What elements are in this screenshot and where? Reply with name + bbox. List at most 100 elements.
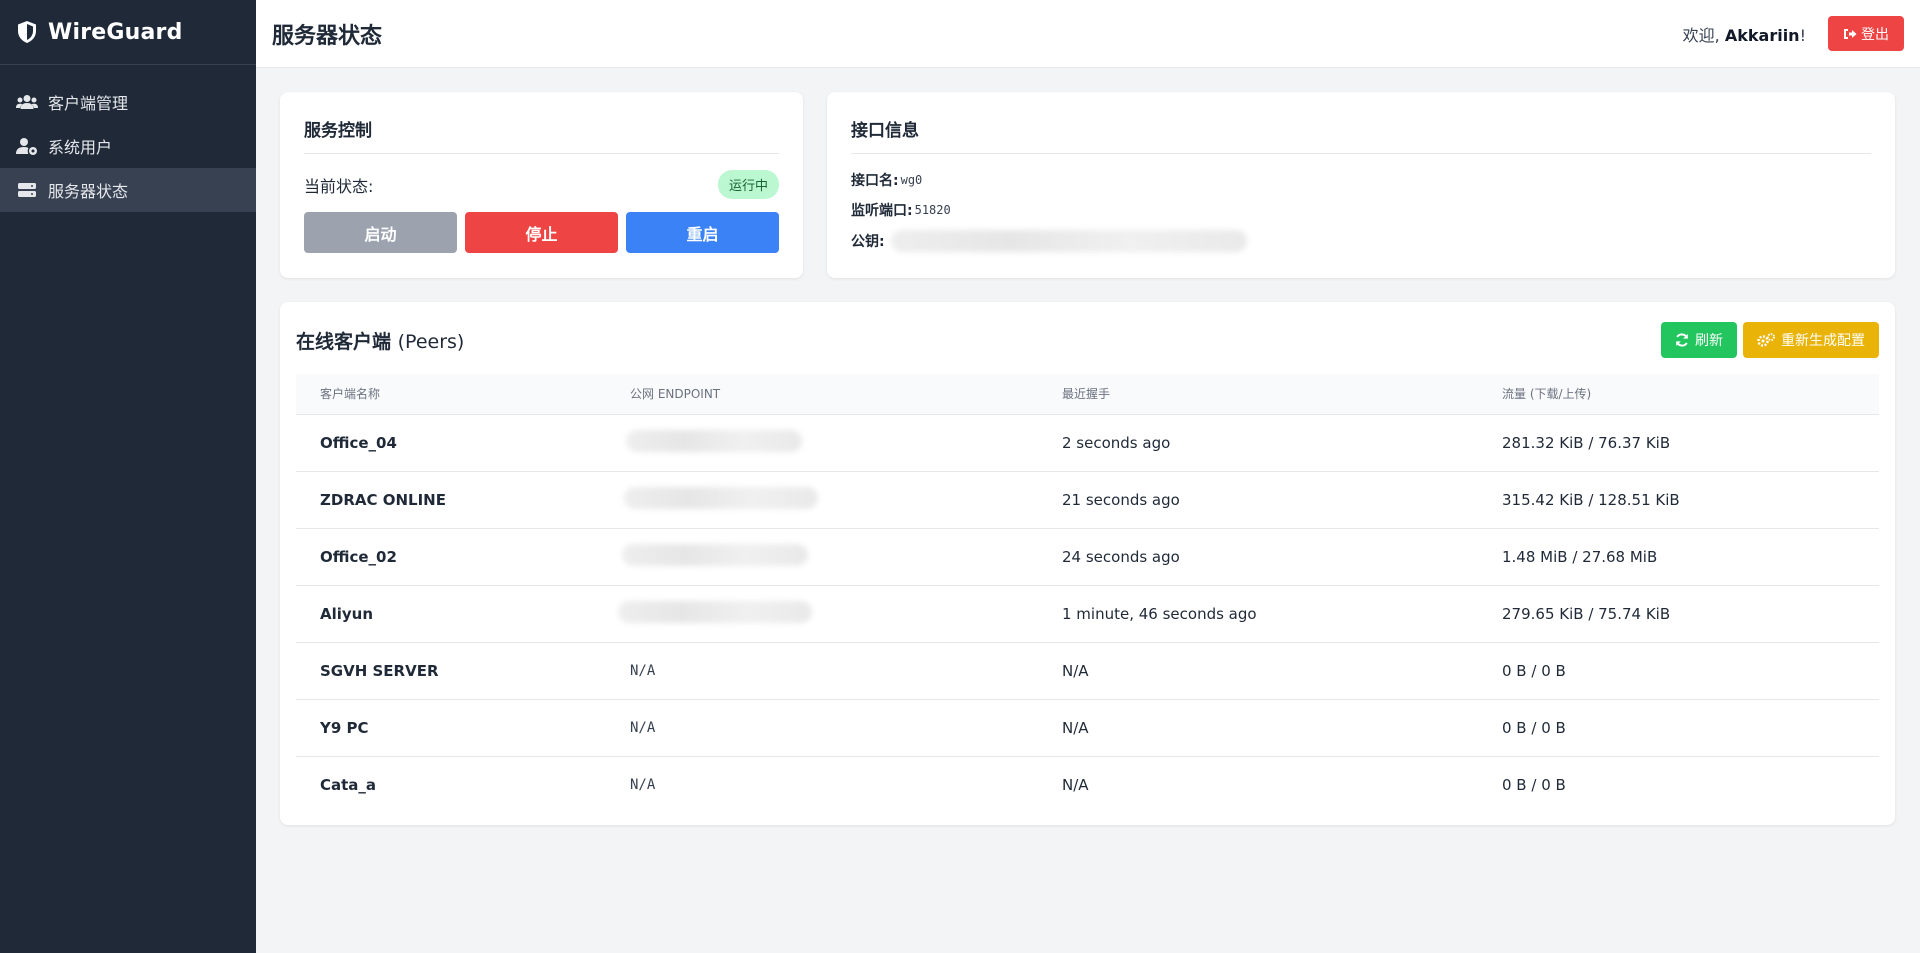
endpoint-redacted [618, 600, 812, 623]
endpoint-redacted [622, 543, 808, 566]
public-key-label: 公钥: [851, 234, 885, 250]
status-badge: 运行中 [717, 170, 779, 199]
username: Akkariin [1724, 25, 1800, 45]
top-header: 服务器状态 欢迎, Akkariin! 登出 [256, 0, 1920, 68]
users-icon [16, 93, 38, 111]
table-row: ZDRAC ONLINE 21 seconds ago 315.42 KiB /… [296, 470, 1879, 528]
peer-name: Office_02 [296, 527, 606, 585]
peer-name: Office_04 [296, 413, 606, 471]
peer-name: Cata_a [296, 755, 606, 813]
peers-table: 客户端名称 公网 ENDPOINT 最近握手 流量 (下载/上传) Office… [296, 374, 1879, 813]
sidebar-item-system-users[interactable]: 系统用户 [0, 124, 256, 168]
peer-traffic: 315.42 KiB / 128.51 KiB [1478, 470, 1879, 528]
column-header-handshake[interactable]: 最近握手 [1038, 374, 1478, 414]
interface-info-title: 接口信息 [851, 116, 1871, 154]
refresh-label: 刷新 [1695, 333, 1723, 349]
user-cog-icon [16, 137, 38, 155]
endpoint-redacted [626, 429, 802, 452]
service-control-title: 服务控制 [304, 116, 779, 154]
brand-name: WireGuard [48, 19, 183, 45]
peer-endpoint: N/A [606, 698, 1038, 756]
peer-name: Y9 PC [296, 698, 606, 756]
interface-name-label: 接口名: [851, 173, 899, 189]
interface-name-value: wg0 [900, 173, 923, 187]
peer-handshake: 24 seconds ago [1038, 527, 1478, 585]
sidebar-item-clients[interactable]: 客户端管理 [0, 80, 256, 124]
public-key-row: 公钥: [851, 230, 1871, 252]
sidebar: WireGuard 客户端管理 系统用户 服务器状态 [0, 0, 256, 953]
brand[interactable]: WireGuard [0, 0, 256, 65]
sidebar-item-server-status[interactable]: 服务器状态 [0, 168, 256, 212]
peer-handshake: N/A [1038, 641, 1478, 699]
service-control-card: 服务控制 当前状态: 运行中 启动 停止 重启 [280, 92, 803, 278]
table-row: Y9 PC N/A N/A 0 B / 0 B [296, 698, 1879, 756]
peer-handshake: 2 seconds ago [1038, 413, 1478, 471]
logout-button[interactable]: 登出 [1828, 16, 1904, 51]
welcome-prefix: 欢迎, [1682, 25, 1725, 45]
welcome-suffix: ! [1799, 25, 1806, 45]
listen-port-row: 监听端口: 51820 [851, 200, 1871, 220]
endpoint-redacted [624, 486, 818, 509]
sidebar-nav: 客户端管理 系统用户 服务器状态 [0, 80, 256, 212]
sidebar-item-label: 服务器状态 [48, 182, 129, 201]
peer-endpoint [606, 413, 1038, 471]
sign-out-icon [1844, 28, 1857, 39]
page-title: 服务器状态 [272, 23, 383, 49]
peer-handshake: N/A [1038, 698, 1478, 756]
peer-traffic: 279.65 KiB / 75.74 KiB [1478, 584, 1879, 642]
table-row: Cata_a N/A N/A 0 B / 0 B [296, 755, 1879, 813]
service-buttons: 启动 停止 重启 [304, 212, 779, 253]
peer-name: SGVH SERVER [296, 641, 606, 699]
listen-port-value: 51820 [914, 203, 951, 217]
sidebar-item-label: 系统用户 [48, 138, 113, 157]
peer-endpoint [606, 470, 1038, 528]
header-user-area: 欢迎, Akkariin! 登出 [1683, 16, 1904, 51]
peer-name: ZDRAC ONLINE [296, 470, 606, 528]
server-icon [16, 181, 38, 199]
peer-endpoint: N/A [606, 755, 1038, 813]
refresh-button[interactable]: 刷新 [1661, 322, 1737, 358]
peers-title: 在线客户端 (Peers) [296, 327, 464, 354]
listen-port-label: 监听端口: [851, 203, 913, 219]
status-row: 当前状态: 运行中 [304, 170, 779, 199]
peer-traffic: 0 B / 0 B [1478, 698, 1879, 756]
peers-title-cn: 在线客户端 [296, 330, 392, 353]
peer-traffic: 0 B / 0 B [1478, 755, 1879, 813]
table-row: SGVH SERVER N/A N/A 0 B / 0 B [296, 641, 1879, 699]
peer-endpoint [606, 527, 1038, 585]
peer-traffic: 1.48 MiB / 27.68 MiB [1478, 527, 1879, 585]
restart-button[interactable]: 重启 [626, 212, 779, 253]
welcome-text: 欢迎, Akkariin! [1683, 22, 1806, 46]
regenerate-config-button[interactable]: 重新生成配置 [1743, 322, 1879, 358]
table-row: Aliyun 1 minute, 46 seconds ago 279.65 K… [296, 584, 1879, 642]
peers-header: 在线客户端 (Peers) 刷新 重新生成配置 [296, 320, 1879, 360]
peers-actions: 刷新 重新生成配置 [1661, 322, 1879, 358]
shield-icon [16, 19, 40, 45]
column-header-traffic[interactable]: 流量 (下载/上传) [1478, 374, 1879, 414]
peer-endpoint [606, 584, 1038, 642]
stop-button[interactable]: 停止 [465, 212, 618, 253]
peers-card: 在线客户端 (Peers) 刷新 重新生成配置 客户端名称 公网 ENDPOIN… [280, 302, 1895, 825]
table-row: Office_04 2 seconds ago 281.32 KiB / 76.… [296, 413, 1879, 471]
peer-handshake: N/A [1038, 755, 1478, 813]
public-key-redacted [890, 230, 1247, 252]
column-header-endpoint[interactable]: 公网 ENDPOINT [606, 374, 1038, 414]
status-label: 当前状态: [304, 176, 374, 196]
peer-traffic: 281.32 KiB / 76.37 KiB [1478, 413, 1879, 471]
table-row: Office_02 24 seconds ago 1.48 MiB / 27.6… [296, 527, 1879, 585]
interface-name-row: 接口名: wg0 [851, 170, 1871, 190]
column-header-name[interactable]: 客户端名称 [296, 374, 606, 414]
regenerate-config-label: 重新生成配置 [1781, 333, 1865, 349]
peer-endpoint: N/A [606, 641, 1038, 699]
peer-handshake: 1 minute, 46 seconds ago [1038, 584, 1478, 642]
cogs-icon [1757, 333, 1775, 347]
logout-label: 登出 [1861, 26, 1889, 43]
refresh-icon [1676, 333, 1688, 347]
start-button[interactable]: 启动 [304, 212, 457, 253]
peer-traffic: 0 B / 0 B [1478, 641, 1879, 699]
peers-title-en: (Peers) [397, 330, 465, 353]
peer-name: Aliyun [296, 584, 606, 642]
sidebar-item-label: 客户端管理 [48, 94, 129, 113]
peer-handshake: 21 seconds ago [1038, 470, 1478, 528]
interface-info-card: 接口信息 接口名: wg0 监听端口: 51820 公钥: [827, 92, 1895, 278]
